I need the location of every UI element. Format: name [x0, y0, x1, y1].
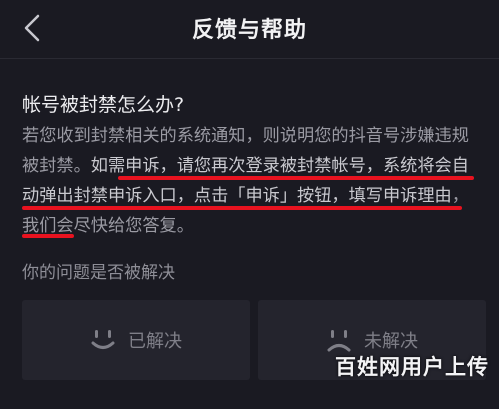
smile-face-icon [91, 330, 115, 349]
watermark-text: 百姓网用户上传 [335, 355, 489, 379]
highlight-underline-1 [118, 176, 474, 180]
top-bar: 反馈与帮助 [0, 0, 499, 59]
highlight-underline-3 [22, 234, 74, 238]
highlight-underline-2 [22, 206, 462, 210]
faq-answer: 若您收到封禁相关的系统通知，则说明您的抖音号涉嫌违规被封禁。如需申诉，请您再次登… [22, 121, 484, 241]
resolution-prompt: 你的问题是否被解决 [22, 263, 175, 283]
resolved-button[interactable]: 已解决 [22, 300, 250, 380]
page-title: 反馈与帮助 [191, 18, 307, 43]
unresolved-label: 未解决 [364, 331, 418, 352]
faq-question: 帐号被封禁怎么办? [22, 94, 185, 116]
sad-face-icon [327, 330, 351, 352]
resolved-label: 已解决 [128, 331, 182, 352]
